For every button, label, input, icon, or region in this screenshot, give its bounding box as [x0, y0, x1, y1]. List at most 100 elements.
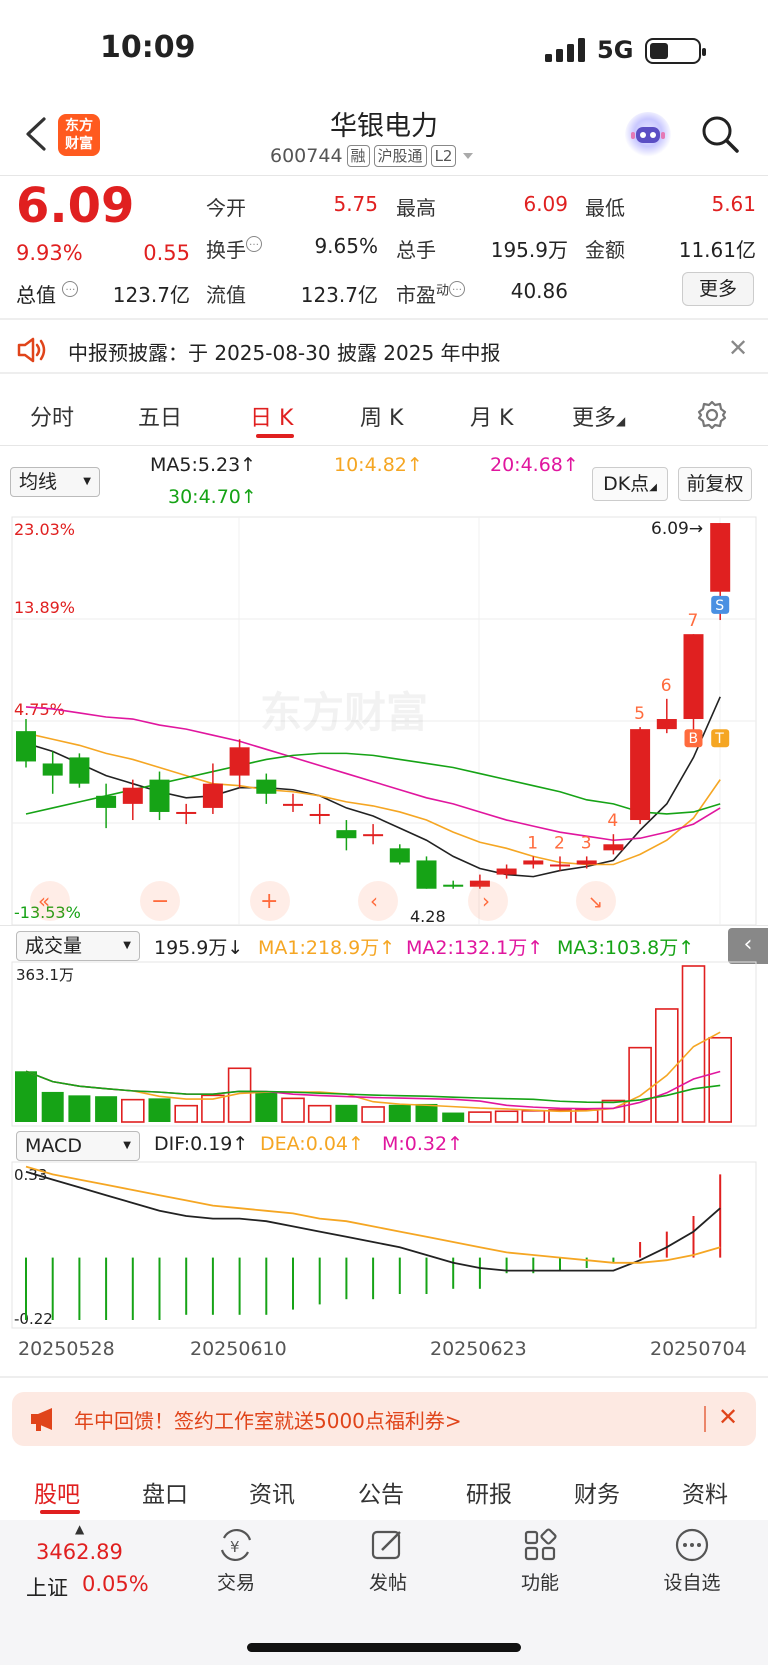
tab-week-k[interactable]: 周 K	[360, 400, 403, 432]
divider	[0, 445, 768, 446]
candle-body	[309, 813, 330, 816]
volume-bar	[68, 1095, 91, 1122]
turnover-label: 换手…	[206, 234, 262, 263]
candle-body	[363, 834, 384, 837]
tag-margin: 融	[346, 145, 370, 167]
volume-bars	[15, 965, 733, 1123]
macd-dea: DEA:0.04↑	[260, 1133, 364, 1155]
info-icon: …	[246, 236, 262, 252]
date-label-2: 20250610	[190, 1338, 287, 1360]
volume-bar	[335, 1104, 358, 1122]
watermark: 东方财富	[260, 688, 428, 737]
volume-bar	[148, 1098, 171, 1122]
tab-profile[interactable]: 资料	[682, 1475, 728, 1509]
promo-text[interactable]: 年中回馈！签约工作室就送5000点福利券>	[74, 1405, 462, 1434]
date-label-4: 20250704	[650, 1338, 747, 1360]
candle-body	[710, 523, 731, 592]
ma5-label: MA5:5.23↑	[150, 454, 257, 476]
macd-chart[interactable]: 0.33 -0.22	[0, 1160, 768, 1330]
search-icon[interactable]	[700, 114, 740, 158]
change-amount: 0.55	[143, 241, 190, 265]
high-label: 最高	[396, 196, 436, 220]
info-icon: …	[62, 281, 79, 297]
float-mv-value: 123.7亿	[300, 283, 378, 307]
low-label: 最低	[585, 196, 625, 220]
close-icon[interactable]: ✕	[728, 334, 748, 362]
candle-body	[630, 729, 651, 821]
post-icon	[371, 1530, 401, 1560]
close-icon[interactable]: ✕	[718, 1403, 738, 1431]
divider	[0, 372, 768, 374]
candle-body	[42, 763, 63, 776]
candle-body	[656, 719, 677, 730]
stock-subtitle[interactable]: 600744 融 沪股通 L2	[270, 145, 476, 167]
gear-icon[interactable]	[697, 400, 727, 434]
volume-bar	[281, 1097, 305, 1123]
candle-body	[122, 787, 143, 804]
candle-body	[496, 868, 517, 875]
volume-bar	[708, 1036, 733, 1123]
dk-marker: 2	[554, 833, 565, 853]
divider	[0, 318, 768, 320]
svg-text:›: ›	[482, 889, 490, 913]
volume-bar	[121, 1098, 145, 1123]
volume-current: 195.9万↓	[154, 937, 244, 959]
index-name[interactable]: 上证	[26, 1572, 68, 1602]
tab-announcements[interactable]: 公告	[358, 1475, 404, 1509]
volume-selector[interactable]: 成交量 ▼	[16, 931, 140, 961]
macd-dif: DIF:0.19↑	[154, 1133, 249, 1155]
svg-text:↘: ↘	[588, 892, 603, 913]
date-label-1: 20250528	[18, 1338, 115, 1360]
y-label-2: 13.89%	[14, 598, 75, 617]
move-left-button[interactable]	[358, 881, 398, 921]
macd-m: M:0.32↑	[382, 1133, 464, 1155]
candle-body	[416, 860, 437, 889]
volume-bar	[521, 1110, 546, 1123]
signal-label: T	[714, 731, 724, 747]
dk-point-button[interactable]: DK点◢	[592, 467, 668, 501]
notice-text[interactable]: 中报预披露：于 2025-08-30 披露 2025 年中报	[68, 337, 501, 366]
index-percent[interactable]: 0.05%	[82, 1572, 149, 1596]
tab-news[interactable]: 资讯	[249, 1475, 295, 1509]
tab-more[interactable]: 更多◢	[572, 400, 625, 432]
ma-selector[interactable]: 均线 ▼	[10, 467, 100, 497]
assistant-robot-icon[interactable]	[625, 112, 671, 158]
adjust-mode-button[interactable]: 前复权	[678, 467, 752, 501]
status-time: 10:09	[100, 30, 196, 65]
tab-guba[interactable]: 股吧	[34, 1475, 80, 1509]
volume-max-label: 363.1万	[16, 966, 74, 984]
candle-body	[443, 884, 464, 887]
index-value[interactable]: 3462.89	[36, 1540, 123, 1564]
nav-trade[interactable]: ¥ 交易	[186, 1528, 286, 1595]
nav-functions[interactable]: 功能	[490, 1528, 590, 1595]
tab-five-day[interactable]: 五日	[138, 400, 182, 432]
volume-bar	[601, 1099, 626, 1123]
info-icon: …	[449, 281, 466, 297]
macd-selector[interactable]: MACD ▼	[16, 1131, 140, 1161]
tab-finance[interactable]: 财务	[574, 1475, 620, 1509]
more-quote-button[interactable]: 更多	[682, 272, 754, 306]
date-label-3: 20250623	[430, 1338, 527, 1360]
signal-icon	[545, 38, 589, 66]
volume-bar	[654, 1008, 679, 1123]
macd-bars	[25, 1174, 722, 1320]
kline-chart[interactable]: 东方财富 23.03% 13.89% 4.75% -13.53% 6.09→ 4…	[0, 515, 768, 930]
nav-post[interactable]: 发帖	[338, 1528, 438, 1595]
ma30-label: 30:4.70↑	[168, 486, 257, 508]
tab-intraday[interactable]: 分时	[30, 400, 74, 432]
svg-text:+: +	[260, 889, 278, 914]
collapse-panel-button[interactable]: ‹	[728, 928, 768, 964]
candle-body	[576, 860, 597, 865]
svg-text:¥: ¥	[230, 1538, 240, 1556]
candle-body	[683, 634, 704, 720]
battery-icon	[645, 38, 706, 64]
tab-month-k[interactable]: 月 K	[470, 400, 513, 432]
nav-add-watchlist[interactable]: 设自选	[642, 1528, 742, 1595]
macd-bottom-label: -0.22	[14, 1310, 53, 1328]
volume-bar	[681, 965, 706, 1123]
tab-pankou[interactable]: 盘口	[142, 1475, 188, 1509]
tab-research[interactable]: 研报	[466, 1475, 512, 1509]
total-mv-value: 123.7亿	[112, 283, 190, 307]
tab-day-k[interactable]: 日 K	[250, 400, 293, 432]
volume-chart[interactable]: 363.1万	[0, 960, 768, 1128]
